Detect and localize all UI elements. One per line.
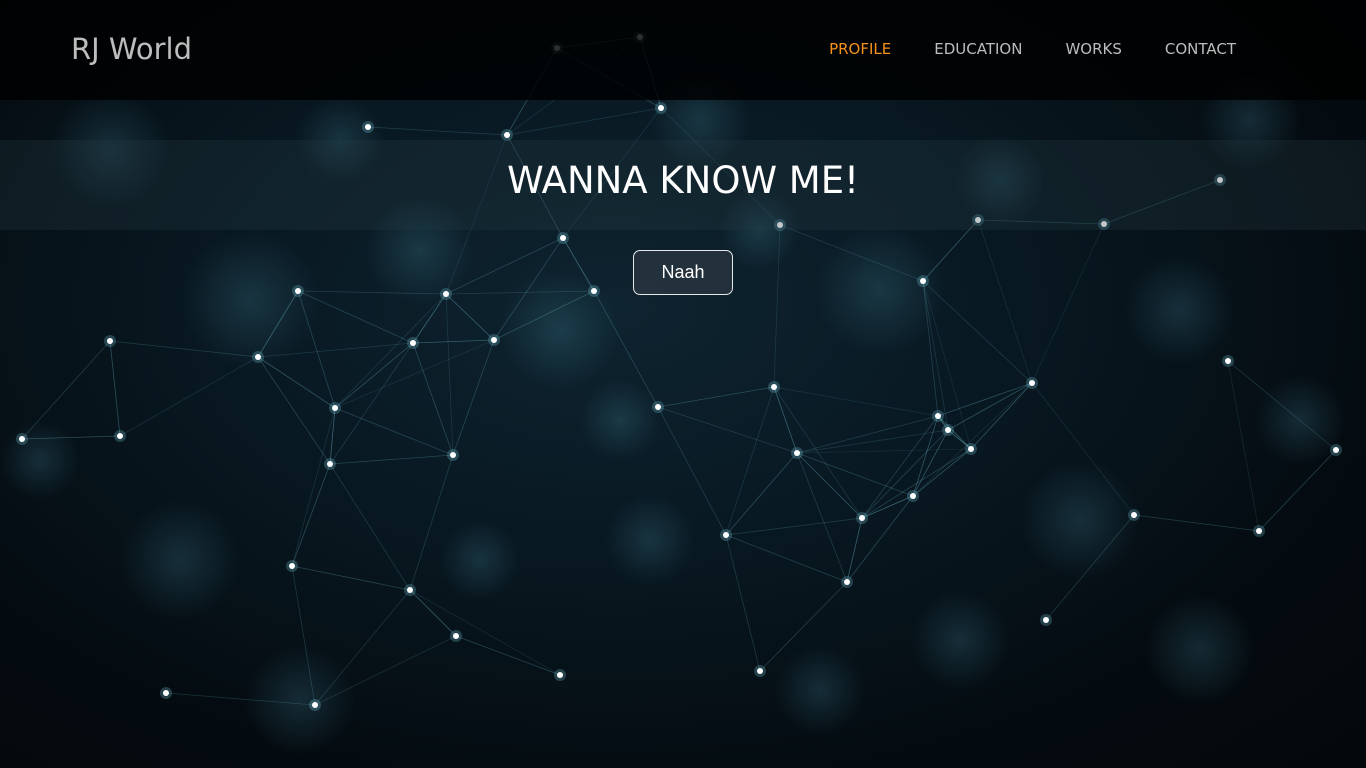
hero-title: WANNA KNOW ME! [507, 159, 859, 202]
brand-logo[interactable]: RJ World [71, 30, 192, 68]
nav-item-works: WORKS [1065, 38, 1121, 60]
nav-link-profile[interactable]: PROFILE [829, 40, 891, 58]
top-navbar: RJ World PROFILE EDUCATION WORKS CONTACT [0, 0, 1366, 100]
main-nav: PROFILE EDUCATION WORKS CONTACT [829, 38, 1236, 60]
naah-button[interactable]: Naah [633, 250, 733, 295]
page: RJ World PROFILE EDUCATION WORKS CONTACT… [0, 0, 1366, 768]
nav-link-education[interactable]: EDUCATION [934, 40, 1022, 58]
nav-link-works[interactable]: WORKS [1065, 40, 1121, 58]
nav-link-contact[interactable]: CONTACT [1165, 40, 1236, 58]
nav-item-profile: PROFILE [829, 38, 891, 60]
network-background-image [0, 31, 1345, 755]
nav-item-contact: CONTACT [1165, 38, 1236, 60]
nav-item-education: EDUCATION [934, 38, 1022, 60]
